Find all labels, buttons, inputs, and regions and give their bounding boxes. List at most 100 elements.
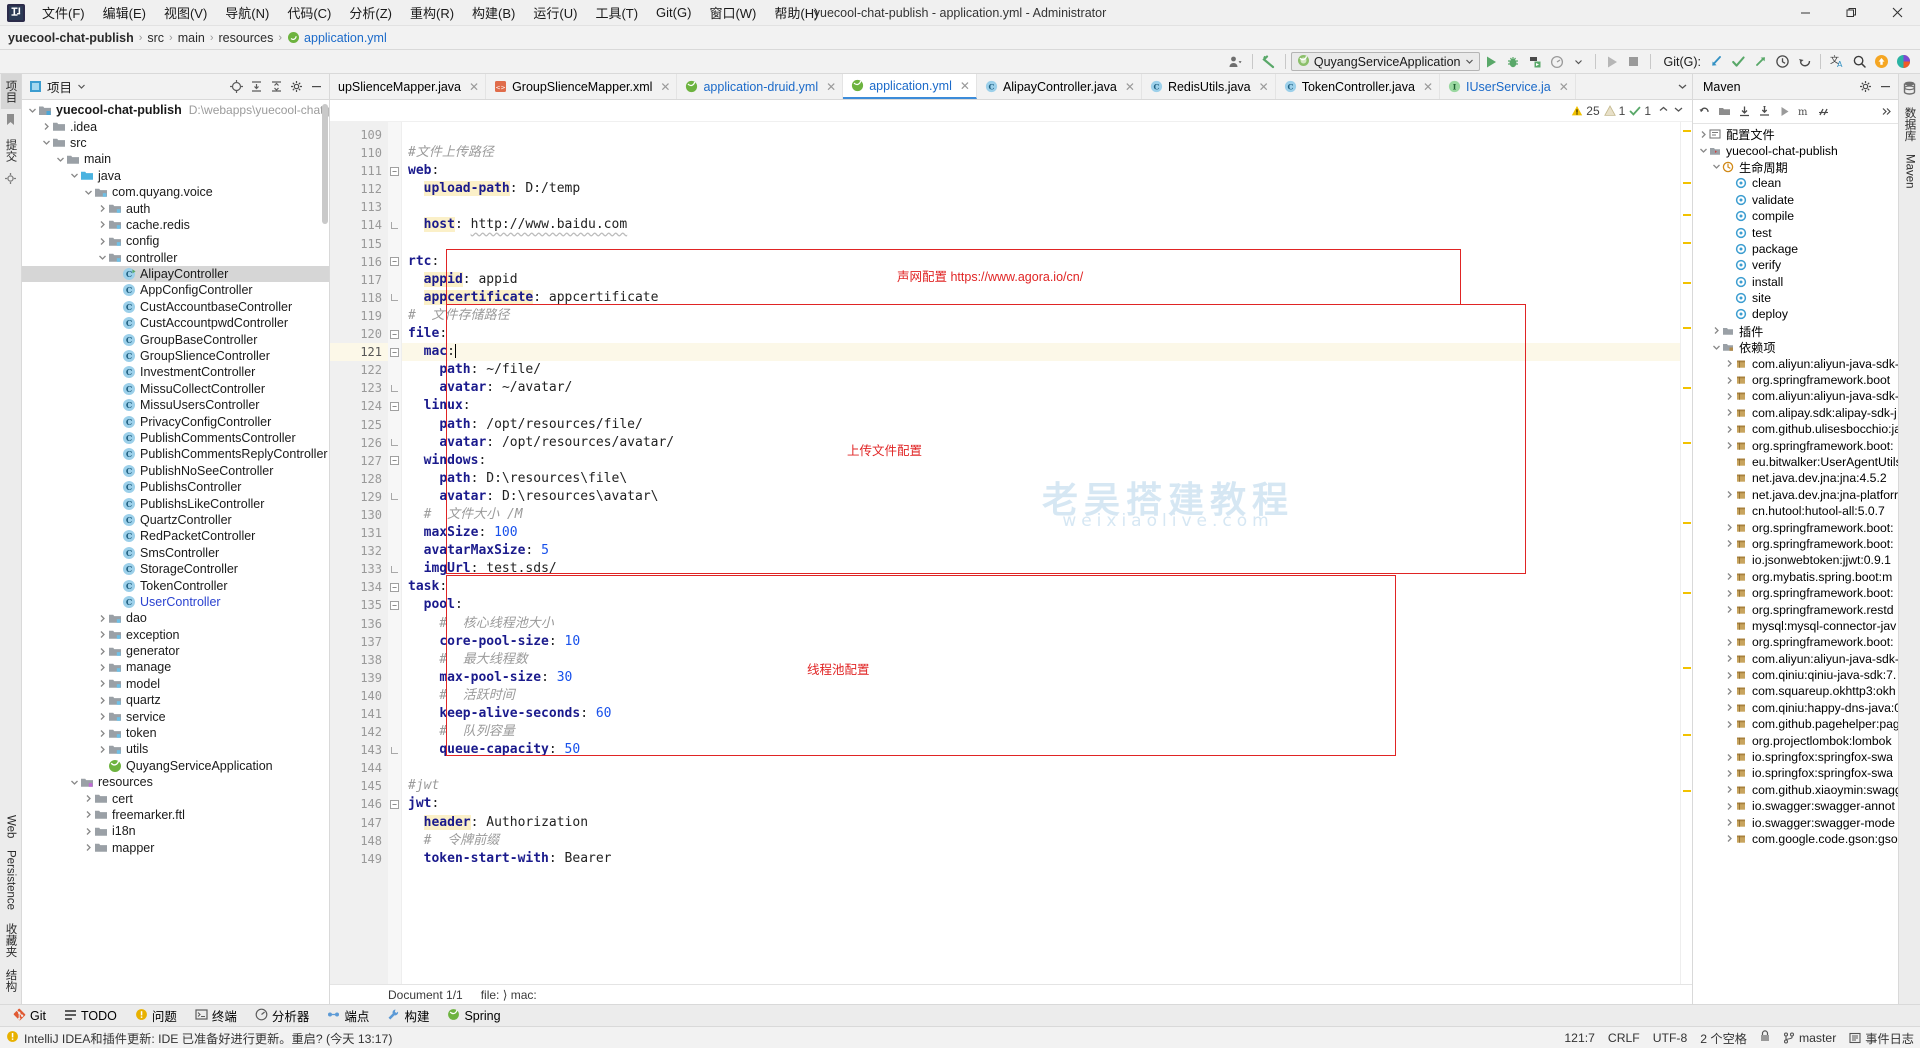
line-number[interactable]: 131 — [330, 524, 388, 542]
sidebar-tab-database[interactable]: 数据库 — [1900, 101, 1920, 148]
chevron-down-icon[interactable] — [26, 104, 38, 116]
error-stripe[interactable] — [1680, 122, 1692, 984]
line-number[interactable]: 110 — [330, 144, 388, 162]
fold-box[interactable]: − — [390, 601, 399, 610]
maven-node-com-google-code-gson-gsor[interactable]: com.google.code.gson:gsor — [1693, 831, 1898, 847]
bottom-tab-endpoints[interactable]: 端点 — [318, 1006, 378, 1026]
maven-node--[interactable]: 配置文件 — [1693, 126, 1898, 142]
editor-tab-application-druid-yml[interactable]: application-druid.yml✕ — [677, 74, 843, 99]
chevron-right-icon[interactable] — [1723, 522, 1735, 534]
right-tool-strip[interactable]: 数据库 Maven — [1898, 74, 1920, 1004]
fold-collapse-icon[interactable]: − — [388, 578, 401, 596]
line-number[interactable]: 144 — [330, 759, 388, 777]
line-number[interactable]: 127 — [330, 452, 388, 470]
chevron-right-icon[interactable] — [96, 612, 108, 624]
project-tree-scrollbar[interactable] — [322, 104, 328, 224]
chevron-down-icon[interactable] — [82, 186, 94, 198]
line-number[interactable]: 146 — [330, 795, 388, 813]
close-button[interactable] — [1874, 0, 1920, 26]
fold-box[interactable]: − — [390, 257, 399, 266]
maven-node-org-springframework-boot[interactable]: org.springframework.boot — [1693, 372, 1898, 388]
tree-node-missucollectcontroller[interactable]: CMissuCollectController — [22, 381, 329, 397]
line-number[interactable]: 135 — [330, 596, 388, 614]
bottom-tool-strip[interactable]: Git TODO 问题 终端 分析器 — [0, 1004, 1920, 1026]
profiler-dropdown-icon[interactable] — [1568, 52, 1590, 72]
code-line[interactable]: #jwt — [402, 777, 1680, 795]
line-number[interactable]: 142 — [330, 723, 388, 741]
editor-tab-iuserservice-ja[interactable]: IIUserService.ja✕ — [1440, 74, 1576, 99]
line-number[interactable]: 138 — [330, 651, 388, 669]
typo-count[interactable]: 1 — [1629, 104, 1651, 118]
chevron-right-icon[interactable] — [96, 629, 108, 641]
menu-code[interactable]: 代码(C) — [278, 0, 340, 25]
more-icon[interactable] — [1877, 102, 1896, 121]
maven-node-io-jsonwebtoken-jjwt-0-9-1[interactable]: io.jsonwebtoken:jjwt:0.9.1 — [1693, 552, 1898, 568]
tree-node-auth[interactable]: auth — [22, 200, 329, 216]
sidebar-tab-structure[interactable]: 结构 — [1, 963, 21, 998]
tree-node-quartzcontroller[interactable]: CQuartzController — [22, 512, 329, 528]
menu-build[interactable]: 构建(B) — [463, 0, 524, 25]
chevron-right-icon[interactable] — [1723, 538, 1735, 550]
tree-node-resources[interactable]: resources — [22, 774, 329, 790]
maven-node-net-java-dev-jna-jna-4-5-2[interactable]: net.java.dev.jna:jna:4.5.2 — [1693, 470, 1898, 486]
tree-node-model[interactable]: model — [22, 676, 329, 692]
maven-node-org-springframework-boot-[interactable]: org.springframework.boot: — [1693, 585, 1898, 601]
tree-node-publishcommentsreplycontroller[interactable]: CPublishCommentsReplyController — [22, 446, 329, 462]
chevron-right-icon[interactable] — [96, 235, 108, 247]
code-line[interactable]: # 活跃时间 — [402, 687, 1680, 705]
fold-box[interactable]: − — [390, 800, 399, 809]
code-line[interactable]: pool: — [402, 596, 1680, 614]
profiler-icon[interactable] — [1546, 52, 1568, 72]
close-tab-icon[interactable]: ✕ — [1259, 80, 1269, 94]
tree-node-quartz[interactable]: quartz — [22, 692, 329, 708]
code-line[interactable]: file: — [402, 325, 1680, 343]
maven-node-com-aliyun-aliyun-java-sdk-[interactable]: com.aliyun:aliyun-java-sdk- — [1693, 355, 1898, 371]
tree-node-src[interactable]: src — [22, 135, 329, 151]
fold-box[interactable]: − — [390, 167, 399, 176]
expand-all-icon[interactable] — [247, 78, 265, 96]
tree-node-publishslikecontroller[interactable]: CPublishsLikeController — [22, 495, 329, 511]
tree-node-tokencontroller[interactable]: CTokenController — [22, 577, 329, 593]
chevron-right-icon[interactable] — [96, 727, 108, 739]
maven-node-com-github-xiaoymin-swagg[interactable]: com.github.xiaoymin:swagg — [1693, 782, 1898, 798]
code-line[interactable]: # 队列容量 — [402, 723, 1680, 741]
code-line[interactable]: # 文件存储路径 — [402, 307, 1680, 325]
execute-goal-icon[interactable]: m — [1795, 102, 1814, 121]
editor-tab-redisutils-java[interactable]: CRedisUtils.java✕ — [1142, 74, 1276, 99]
tree-node-groupsliencecontroller[interactable]: CGroupSlienceController — [22, 348, 329, 364]
maven-node-verify[interactable]: verify — [1693, 257, 1898, 273]
file-encoding[interactable]: UTF-8 — [1653, 1031, 1688, 1045]
line-number[interactable]: 120 — [330, 325, 388, 343]
tree-node-publishscontroller[interactable]: CPublishsController — [22, 479, 329, 495]
line-number[interactable]: 125 — [330, 416, 388, 434]
line-number[interactable]: 111 — [330, 162, 388, 180]
chevron-right-icon[interactable] — [1723, 587, 1735, 599]
line-number[interactable]: 117 — [330, 271, 388, 289]
code-line[interactable]: upload-path: D:/temp — [402, 180, 1680, 198]
line-number[interactable]: 130 — [330, 506, 388, 524]
chevron-down-icon[interactable] — [1465, 55, 1474, 69]
line-number[interactable]: 122 — [330, 361, 388, 379]
run-with-coverage-icon[interactable] — [1524, 52, 1546, 72]
code-line[interactable]: web: — [402, 162, 1680, 180]
line-number[interactable]: 136 — [330, 615, 388, 633]
maven-node-io-swagger-swagger-annot[interactable]: io.swagger:swagger-annot — [1693, 798, 1898, 814]
chevron-down-icon[interactable] — [40, 137, 52, 149]
maven-node-net-java-dev-jna-jna-platforr[interactable]: net.java.dev.jna:jna-platforr — [1693, 487, 1898, 503]
line-number[interactable]: 137 — [330, 633, 388, 651]
maven-node-com-qiniu-qiniu-java-sdk-7-[interactable]: com.qiniu:qiniu-java-sdk:7. — [1693, 667, 1898, 683]
maven-node-eu-bitwalker-useragentutils[interactable]: eu.bitwalker:UserAgentUtils — [1693, 454, 1898, 470]
chevron-right-icon[interactable] — [82, 825, 94, 837]
breadcrumb-project[interactable]: yuecool-chat-publish — [8, 31, 134, 45]
tree-node-java[interactable]: java — [22, 168, 329, 184]
line-number[interactable]: 118 — [330, 289, 388, 307]
chevron-right-icon[interactable] — [1723, 767, 1735, 779]
line-number[interactable]: 116 — [330, 253, 388, 271]
code-line[interactable]: avatar: ~/avatar/ — [402, 379, 1680, 397]
maven-node-validate[interactable]: validate — [1693, 192, 1898, 208]
editor-tab-overflow[interactable] — [1673, 74, 1692, 99]
chevron-right-icon[interactable] — [82, 809, 94, 821]
user-avatar-icon[interactable] — [1225, 52, 1247, 72]
maven-node-io-springfox-springfox-swa[interactable]: io.springfox:springfox-swa — [1693, 765, 1898, 781]
code-line[interactable]: path: /opt/resources/file/ — [402, 416, 1680, 434]
